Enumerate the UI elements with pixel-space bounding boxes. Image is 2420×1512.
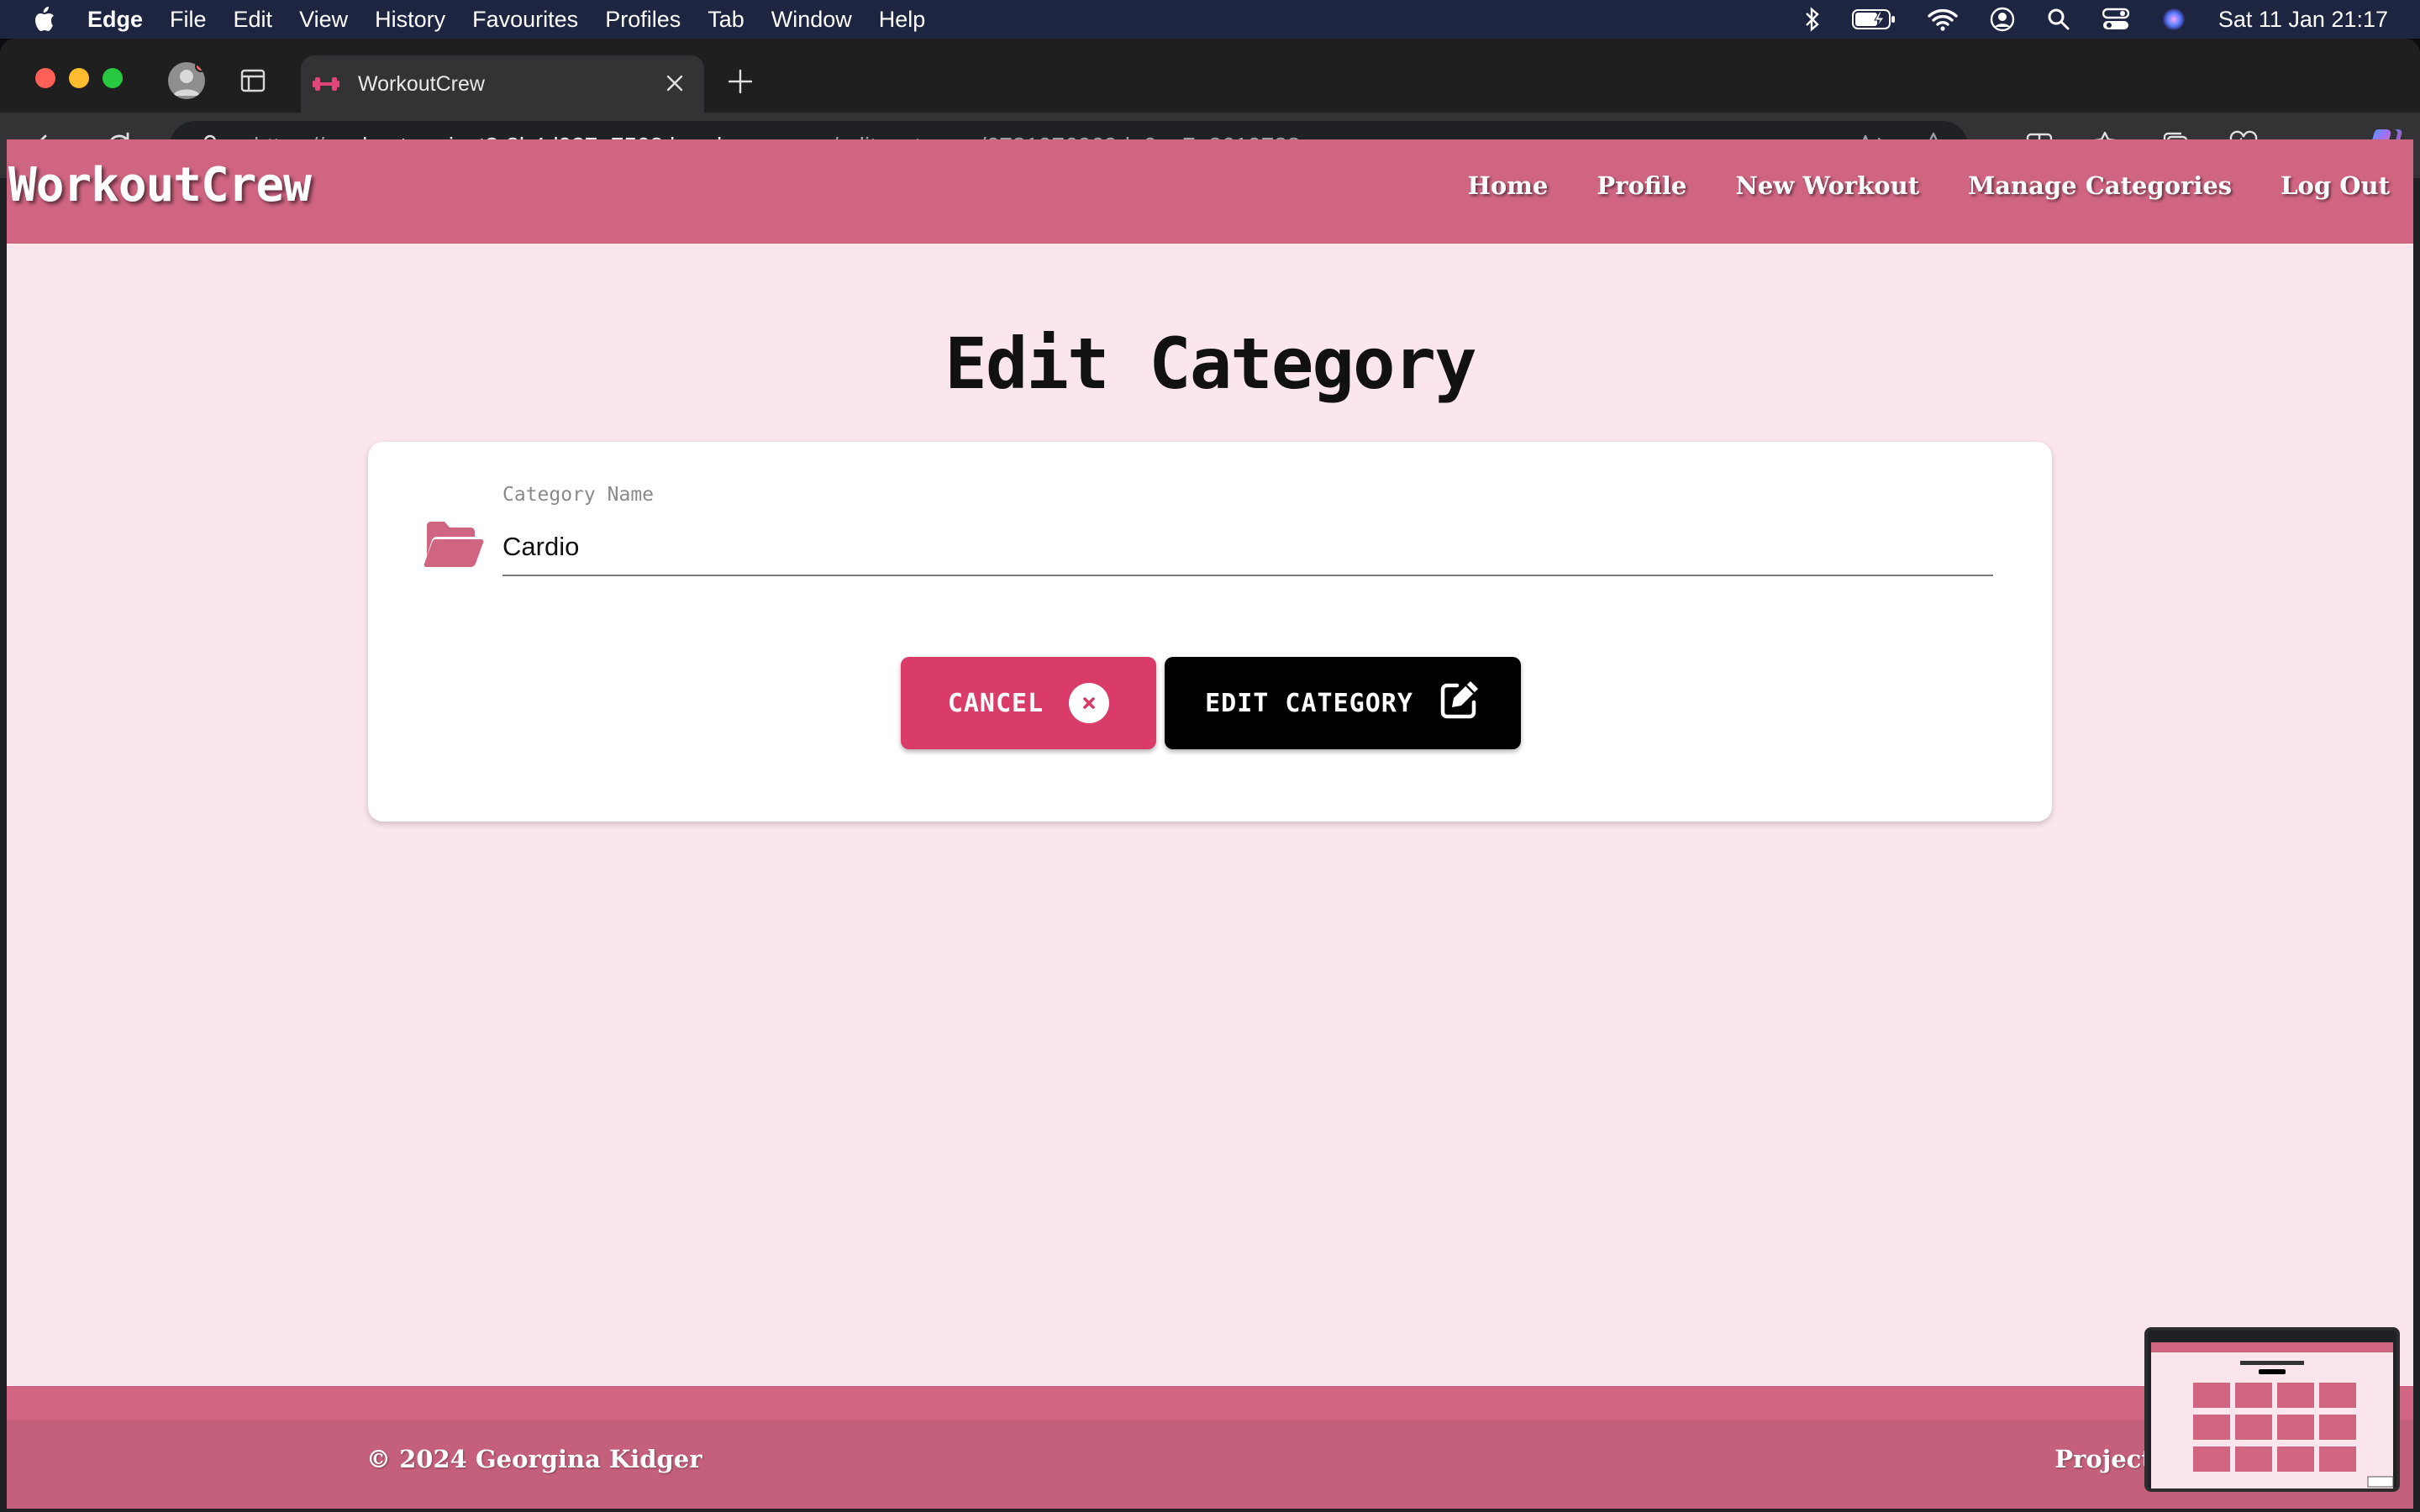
tab-title: WorkoutCrew [358, 71, 485, 96]
bluetooth-icon[interactable] [1805, 7, 1820, 32]
tab-close-icon[interactable] [664, 72, 686, 94]
dumbbell-icon [313, 71, 339, 97]
window-zoom-button[interactable] [103, 68, 123, 88]
nav-manage-categories[interactable]: Manage Categories [1968, 171, 2232, 200]
site-header: WorkoutCrew Home Profile New Workout Man… [7, 139, 2413, 244]
edit-pen-icon [1439, 679, 1481, 727]
folder-open-icon [424, 519, 484, 570]
menu-file[interactable]: File [170, 7, 207, 33]
battery-icon[interactable] [1851, 8, 1896, 30]
siri-icon[interactable] [2161, 7, 2186, 32]
user-account-icon[interactable] [1990, 7, 2015, 32]
menu-history[interactable]: History [375, 7, 445, 33]
nav-profile[interactable]: Profile [1597, 171, 1686, 200]
profile-notification-dot [195, 62, 205, 72]
menu-favourites[interactable]: Favourites [472, 7, 578, 33]
cancel-button-label: CANCEL [947, 688, 1044, 718]
menu-view[interactable]: View [299, 7, 348, 33]
footer-copyright: © 2024 Georgina Kidger [366, 1445, 702, 1473]
menu-profiles[interactable]: Profiles [605, 7, 681, 33]
wifi-icon[interactable] [1928, 8, 1958, 31]
window-close-button[interactable] [35, 68, 55, 88]
menubar-clock[interactable]: Sat 11 Jan 21:17 [2218, 7, 2388, 33]
site-footer: © 2024 Georgina Kidger Project 3 [7, 1386, 2413, 1509]
screenshot-preview-thumbnail[interactable] [2144, 1327, 2400, 1492]
menu-window[interactable]: Window [771, 7, 852, 33]
edit-category-button-label: EDIT CATEGORY [1205, 688, 1413, 718]
edit-category-form: Category Name CANCEL EDIT CATEGORY [368, 442, 2052, 822]
browser-profile-avatar[interactable] [168, 62, 205, 99]
menu-app-name[interactable]: Edge [87, 7, 143, 33]
macos-menu-bar: Edge File Edit View History Favourites P… [0, 0, 2420, 39]
status-area: Sat 11 Jan 21:17 [1805, 0, 2388, 39]
spotlight-search-icon[interactable] [2047, 8, 2070, 31]
nav-log-out[interactable]: Log Out [2281, 171, 2390, 200]
menu-help[interactable]: Help [879, 7, 926, 33]
page-title: Edit Category [944, 323, 1476, 405]
menu-edit[interactable]: Edit [234, 7, 273, 33]
category-name-label: Category Name [502, 484, 655, 506]
web-page: WorkoutCrew Home Profile New Workout Man… [7, 139, 2413, 1509]
window-minimize-button[interactable] [69, 68, 89, 88]
menu-tab[interactable]: Tab [708, 7, 744, 33]
new-tab-icon[interactable] [728, 69, 753, 94]
edit-category-button[interactable]: EDIT CATEGORY [1165, 657, 1521, 749]
tab-actions-icon[interactable] [240, 69, 266, 92]
cancel-button[interactable]: CANCEL [901, 657, 1156, 749]
site-nav: Home Profile New Workout Manage Categori… [1467, 171, 2390, 200]
tab-strip: WorkoutCrew [0, 39, 2420, 113]
tab-workoutcrew[interactable]: WorkoutCrew [301, 55, 704, 113]
footer-top-band [7, 1386, 2413, 1420]
control-center-icon[interactable] [2102, 8, 2129, 31]
apple-icon[interactable] [32, 6, 55, 33]
nav-new-workout[interactable]: New Workout [1735, 171, 1919, 200]
nav-home[interactable]: Home [1467, 171, 1548, 200]
site-brand[interactable]: WorkoutCrew [8, 158, 312, 213]
category-name-input[interactable] [502, 519, 1993, 576]
close-circle-icon [1069, 683, 1110, 723]
